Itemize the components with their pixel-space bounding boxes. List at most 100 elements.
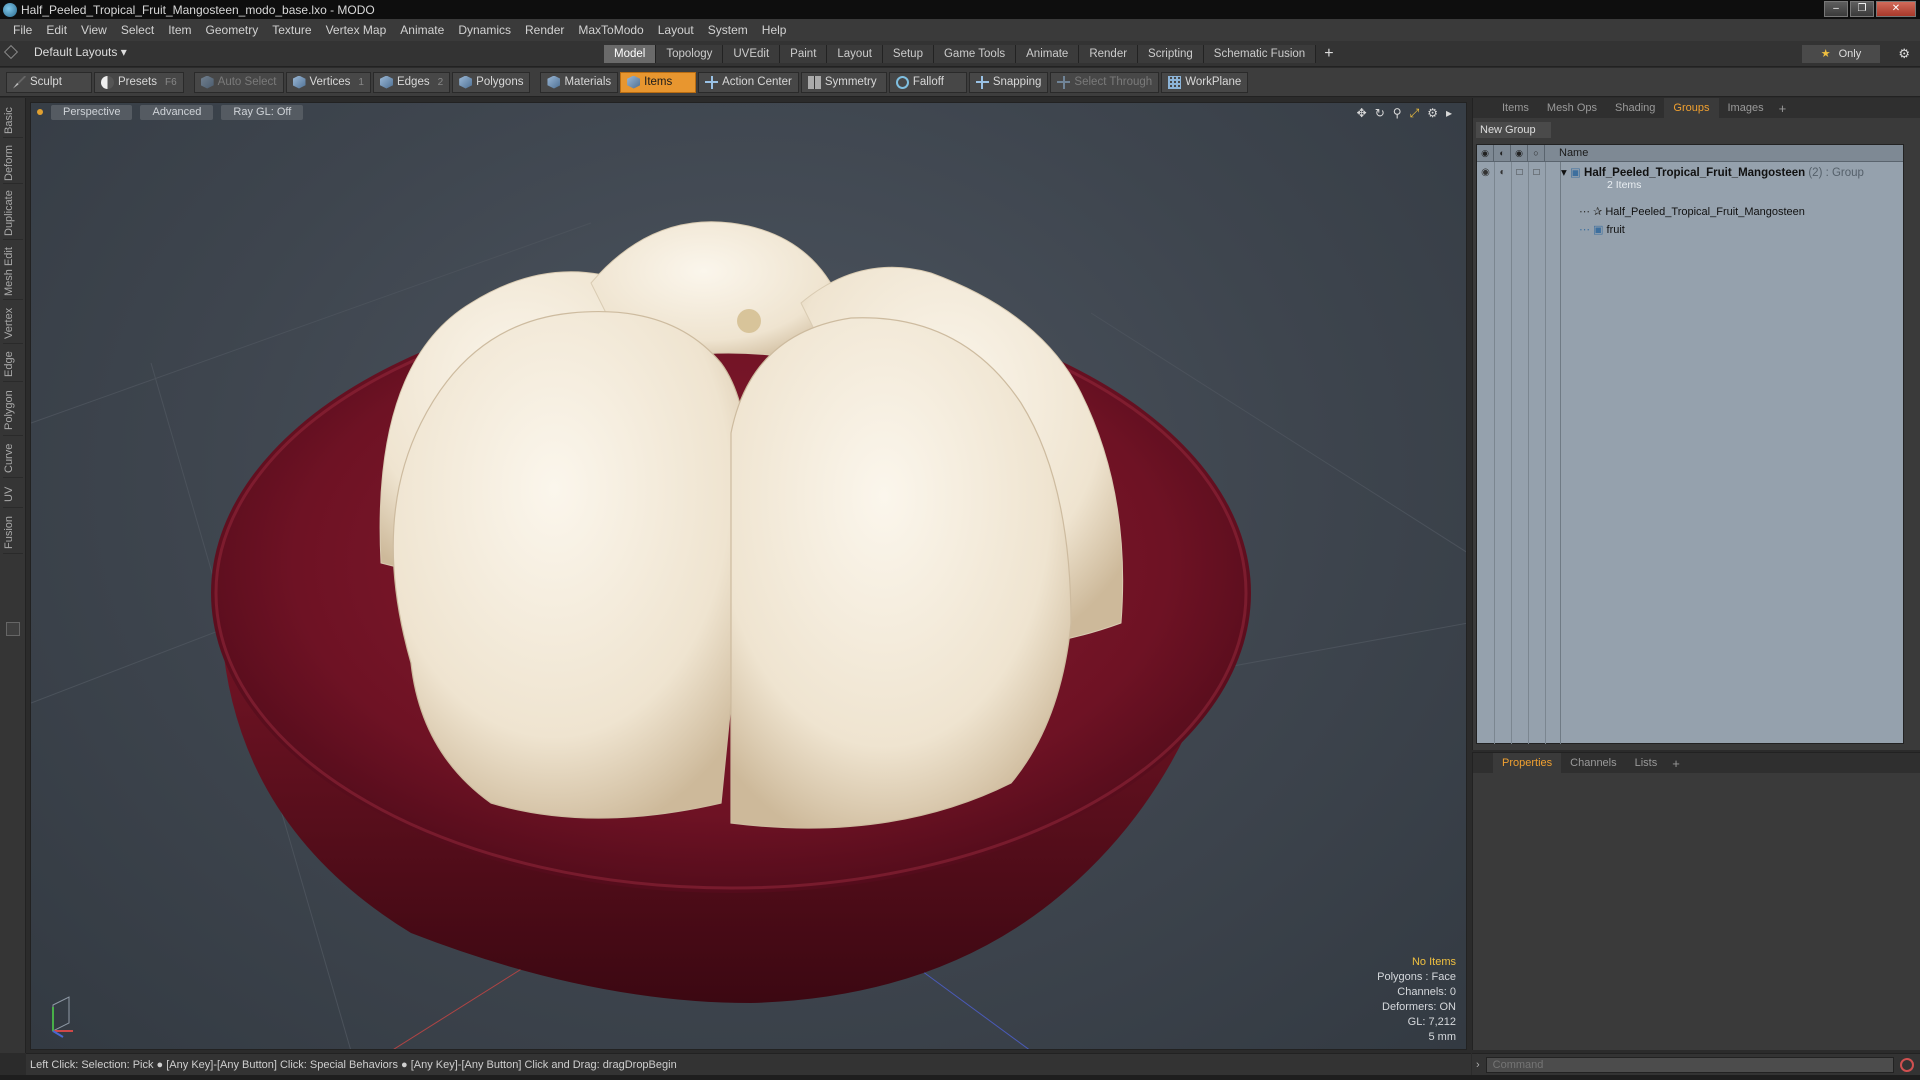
strip-toggle-button[interactable] — [6, 622, 20, 636]
group-member-row[interactable]: ⋯ ▣ fruit — [1579, 223, 1625, 236]
group-lock-icon[interactable]: □ — [1511, 167, 1528, 178]
auto-select-button[interactable]: Auto Select — [193, 71, 284, 93]
group-render-icon[interactable]: ◐ — [1494, 167, 1511, 178]
tab-render[interactable]: Render — [1079, 45, 1139, 63]
eye-icon[interactable]: ◉ — [1477, 144, 1494, 162]
menu-geometry[interactable]: Geometry — [199, 23, 266, 37]
select-icon[interactable]: ○ — [1528, 144, 1545, 162]
tab-paint[interactable]: Paint — [780, 45, 828, 63]
tab-model[interactable]: Model — [604, 45, 657, 63]
tab-layout[interactable]: Layout — [827, 45, 883, 63]
raygl-button[interactable]: Ray GL: Off — [221, 104, 304, 120]
vtab-vertex[interactable]: Vertex — [3, 304, 23, 344]
layout-dropdown[interactable]: Default Layouts ▾ — [3, 44, 127, 60]
vtab-polygon[interactable]: Polygon — [3, 386, 23, 436]
tab-properties[interactable]: Properties — [1493, 753, 1562, 773]
tab-schematic-fusion[interactable]: Schematic Fusion — [1203, 45, 1317, 63]
new-group-button[interactable]: New Group — [1476, 122, 1551, 138]
tab-lists[interactable]: Lists — [1626, 753, 1667, 773]
vtab-mesh-edit[interactable]: Mesh Edit — [3, 244, 23, 300]
3d-viewport[interactable]: Perspective Advanced Ray GL: Off ✥ ↻ ⚲ ⤢… — [30, 102, 1467, 1050]
polygons-button[interactable]: Polygons — [452, 71, 531, 93]
add-tab-button[interactable]: + — [1316, 45, 1341, 63]
expand-icon[interactable]: ▾ — [1561, 167, 1570, 179]
command-input[interactable] — [1485, 1056, 1894, 1073]
menu-animate[interactable]: Animate — [393, 23, 451, 37]
menu-render[interactable]: Render — [518, 23, 571, 37]
group-row[interactable]: ▾ ▣ Half_Peeled_Tropical_Fruit_Mangostee… — [1561, 165, 1864, 179]
menu-file[interactable]: File — [6, 23, 39, 37]
close-button[interactable]: ✕ — [1876, 1, 1916, 17]
stop-icon[interactable] — [1899, 1057, 1914, 1072]
pin-icon[interactable] — [3, 44, 19, 60]
viewport-header: Perspective Advanced Ray GL: Off — [31, 103, 1466, 121]
vertices-button[interactable]: Vertices 1 — [285, 71, 371, 93]
tab-mesh-ops[interactable]: Mesh Ops — [1538, 98, 1606, 118]
vtab-fusion[interactable]: Fusion — [3, 512, 23, 554]
sculpt-button[interactable]: Sculpt — [6, 71, 92, 93]
menu-edit[interactable]: Edit — [39, 23, 74, 37]
tab-channels[interactable]: Channels — [1561, 753, 1625, 773]
action-center-button[interactable]: Action Center — [698, 71, 799, 93]
tab-groups[interactable]: Groups — [1664, 98, 1719, 118]
tab-uvedit[interactable]: UVEdit — [723, 45, 781, 63]
vtab-basic[interactable]: Basic — [3, 104, 23, 138]
fruit-core — [737, 309, 761, 333]
only-toggle[interactable]: ★ Only — [1802, 45, 1880, 63]
presets-button[interactable]: Presets F6 — [94, 71, 184, 93]
falloff-button[interactable]: Falloff — [888, 71, 967, 93]
tab-topology[interactable]: Topology — [656, 45, 724, 63]
vtab-deform[interactable]: Deform — [3, 142, 23, 184]
menu-maxtomodo[interactable]: MaxToModo — [571, 23, 650, 37]
name-column-header[interactable]: Name — [1545, 147, 1588, 159]
menu-item[interactable]: Item — [161, 23, 198, 37]
tab-items[interactable]: Items — [1493, 98, 1538, 118]
menu-vertex-map[interactable]: Vertex Map — [319, 23, 394, 37]
workplane-button[interactable]: WorkPlane — [1161, 71, 1249, 93]
edges-button[interactable]: Edges 2 — [372, 71, 451, 93]
command-history-icon[interactable]: › — [1476, 1059, 1480, 1071]
materials-button[interactable]: Materials — [540, 71, 619, 93]
tab-images[interactable]: Images — [1719, 98, 1773, 118]
shading-mode-button[interactable]: Advanced — [140, 104, 214, 120]
add-panel-tab-button[interactable]: + — [1773, 101, 1793, 116]
vtab-duplicate[interactable]: Duplicate — [3, 188, 23, 240]
select-through-icon — [1057, 75, 1071, 89]
vtab-curve[interactable]: Curve — [3, 440, 23, 478]
menu-system[interactable]: System — [701, 23, 755, 37]
symmetry-button[interactable]: Symmetry — [800, 71, 887, 93]
items-button[interactable]: Items — [620, 71, 697, 93]
fit-icon[interactable]: ⤢ — [1410, 106, 1420, 121]
viewport-gear-icon[interactable]: ⚙ — [1427, 106, 1438, 121]
menu-select[interactable]: Select — [114, 23, 161, 37]
rotate-icon[interactable]: ↻ — [1375, 106, 1385, 121]
menu-dynamics[interactable]: Dynamics — [451, 23, 518, 37]
viewport-menu-icon[interactable]: ▸ — [1446, 106, 1452, 121]
restore-button[interactable]: ❐ — [1850, 1, 1874, 17]
tab-game-tools[interactable]: Game Tools — [933, 45, 1017, 63]
gear-icon[interactable]: ⚙ — [1898, 46, 1910, 62]
group-member-row[interactable]: ⋯ ✰ Half_Peeled_Tropical_Fruit_Mangostee… — [1579, 205, 1805, 218]
select-through-button[interactable]: Select Through — [1050, 71, 1160, 93]
tab-animate[interactable]: Animate — [1016, 45, 1080, 63]
tab-setup[interactable]: Setup — [882, 45, 934, 63]
tab-scripting[interactable]: Scripting — [1138, 45, 1204, 63]
snapping-button[interactable]: Snapping — [968, 71, 1049, 93]
symmetry-icon — [807, 75, 821, 89]
zoom-icon[interactable]: ⚲ — [1393, 106, 1402, 121]
view-mode-button[interactable]: Perspective — [51, 104, 133, 120]
group-select-icon[interactable]: □ — [1528, 167, 1545, 178]
render-icon[interactable]: ◐ — [1494, 144, 1511, 162]
menu-view[interactable]: View — [74, 23, 114, 37]
group-eye-icon[interactable]: ◉ — [1477, 167, 1494, 178]
menu-layout[interactable]: Layout — [651, 23, 701, 37]
menu-help[interactable]: Help — [755, 23, 794, 37]
vtab-edge[interactable]: Edge — [3, 348, 23, 382]
pan-icon[interactable]: ✥ — [1357, 106, 1367, 121]
tab-shading[interactable]: Shading — [1606, 98, 1664, 118]
minimize-button[interactable]: – — [1824, 1, 1848, 17]
add-props-tab-button[interactable]: + — [1666, 756, 1686, 771]
menu-texture[interactable]: Texture — [265, 23, 318, 37]
lock-icon[interactable]: ◉ — [1511, 144, 1528, 162]
vtab-uv[interactable]: UV — [3, 482, 23, 508]
